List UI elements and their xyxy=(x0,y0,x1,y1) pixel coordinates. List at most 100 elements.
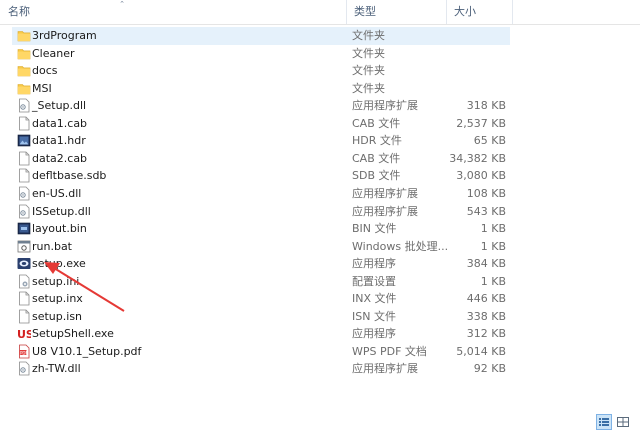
file-type: ISN 文件 xyxy=(352,309,396,323)
file-row[interactable]: layout.bin BIN 文件 1 KB xyxy=(12,220,510,238)
ini-file-icon xyxy=(17,274,31,289)
file-name: run.bat xyxy=(32,239,72,253)
file-type: Windows 批处理... xyxy=(352,239,449,253)
file-type: 应用程序 xyxy=(352,257,396,271)
column-header-size-label: 大小 xyxy=(454,5,476,18)
file-name: MSI xyxy=(32,81,52,95)
file-size: 3,080 KB xyxy=(456,169,506,183)
file-name: defltbase.sdb xyxy=(32,169,107,183)
column-divider[interactable] xyxy=(512,0,513,24)
file-icon xyxy=(17,309,31,324)
dll-icon xyxy=(17,186,31,201)
file-row[interactable]: run.bat Windows 批处理... 1 KB xyxy=(12,238,510,256)
file-type: 文件夹 xyxy=(352,29,385,42)
dll-icon xyxy=(17,98,31,113)
folder-row[interactable]: MSI 文件夹 xyxy=(12,80,510,98)
file-size: 92 KB xyxy=(473,362,506,376)
file-type: BIN 文件 xyxy=(352,222,397,236)
file-name: data2.cab xyxy=(32,151,88,165)
sort-ascending-icon: ⌃ xyxy=(119,0,125,8)
file-size: 446 KB xyxy=(466,292,506,306)
dll-icon xyxy=(17,204,31,219)
file-type: HDR 文件 xyxy=(352,134,402,148)
file-row[interactable]: _Setup.dll 应用程序扩展 318 KB xyxy=(12,97,510,115)
file-name: zh-TW.dll xyxy=(32,362,81,376)
file-name: data1.cab xyxy=(32,116,88,130)
folder-row[interactable]: docs 文件夹 xyxy=(12,62,510,80)
column-header-type[interactable]: 类型 xyxy=(346,0,446,24)
file-size: 1 KB xyxy=(480,274,506,288)
file-row[interactable]: defltbase.sdb SDB 文件 3,080 KB xyxy=(12,167,510,185)
view-switcher xyxy=(596,414,632,430)
file-row[interactable]: setup.inx INX 文件 446 KB xyxy=(12,290,510,308)
file-size xyxy=(442,62,506,80)
file-name: SetupShell.exe xyxy=(32,327,114,341)
file-row[interactable]: setup.exe 应用程序 384 KB xyxy=(12,255,510,273)
file-type: 应用程序 xyxy=(352,327,396,341)
file-type: 配置设置 xyxy=(352,274,396,288)
file-row[interactable]: setup.isn ISN 文件 338 KB xyxy=(12,308,510,326)
file-row[interactable]: zh-TW.dll 应用程序扩展 92 KB xyxy=(12,360,510,378)
column-header-name[interactable]: 名称 xyxy=(0,0,346,24)
file-name: setup.ini xyxy=(32,274,80,288)
file-type: 应用程序扩展 xyxy=(352,362,418,376)
file-type: INX 文件 xyxy=(352,292,397,306)
column-header-bar: 名称 ⌃ 类型 大小 xyxy=(0,0,640,25)
file-type: 应用程序扩展 xyxy=(352,99,418,113)
file-size: 318 KB xyxy=(466,99,506,113)
file-type: SDB 文件 xyxy=(352,169,401,183)
file-row[interactable]: en-US.dll 应用程序扩展 108 KB xyxy=(12,185,510,203)
file-type: 文件夹 xyxy=(352,46,385,60)
file-size: 1 KB xyxy=(480,239,506,253)
file-name: 3rdProgram xyxy=(32,29,97,42)
column-header-size[interactable]: 大小 xyxy=(446,0,512,24)
file-row[interactable]: data1.cab CAB 文件 2,537 KB xyxy=(12,115,510,133)
file-size: 384 KB xyxy=(466,257,506,271)
folder-icon xyxy=(17,81,31,96)
file-icon xyxy=(17,168,31,183)
file-size: 2,537 KB xyxy=(456,116,506,130)
file-size: 34,382 KB xyxy=(449,151,506,165)
file-icon xyxy=(17,291,31,306)
file-size xyxy=(442,45,506,63)
file-size: 543 KB xyxy=(466,204,506,218)
column-header-name-label: 名称 xyxy=(8,5,30,18)
file-name: U8 V10.1_Setup.pdf xyxy=(32,344,142,358)
folder-row[interactable]: 3rdProgram 文件夹 xyxy=(12,27,510,45)
svg-text:PDF: PDF xyxy=(20,350,28,355)
file-type: CAB 文件 xyxy=(352,116,401,130)
folder-row[interactable]: Cleaner 文件夹 xyxy=(12,45,510,63)
file-name: Cleaner xyxy=(32,46,75,60)
file-type: CAB 文件 xyxy=(352,151,401,165)
file-name: _Setup.dll xyxy=(32,99,87,113)
us-app-icon: US xyxy=(17,326,34,341)
file-size: 65 KB xyxy=(473,134,506,148)
batch-file-icon xyxy=(17,239,31,254)
file-row[interactable]: data1.hdr HDR 文件 65 KB xyxy=(12,132,510,150)
folder-icon xyxy=(17,46,31,61)
file-name: setup.isn xyxy=(32,309,83,323)
details-view-icon[interactable] xyxy=(596,414,612,430)
column-header-type-label: 类型 xyxy=(354,5,376,18)
file-row[interactable]: data2.cab CAB 文件 34,382 KB xyxy=(12,150,510,168)
file-row[interactable]: US SetupShell.exe 应用程序 312 KB xyxy=(12,325,510,343)
file-row[interactable]: setup.ini 配置设置 1 KB xyxy=(12,273,510,291)
file-size: 312 KB xyxy=(466,327,506,341)
file-size xyxy=(442,80,506,98)
file-size: 1 KB xyxy=(480,222,506,236)
pdf-icon: PDF xyxy=(17,344,31,359)
setup-exe-icon xyxy=(17,256,31,271)
large-icons-view-icon[interactable] xyxy=(615,414,631,430)
file-icon xyxy=(17,151,31,166)
file-size: 108 KB xyxy=(466,186,506,200)
file-row[interactable]: ISSetup.dll 应用程序扩展 543 KB xyxy=(12,203,510,221)
file-name: docs xyxy=(32,64,58,78)
file-size xyxy=(442,27,506,45)
dll-icon xyxy=(17,361,31,376)
image-file-icon xyxy=(17,133,31,148)
file-name: layout.bin xyxy=(32,222,87,236)
file-icon xyxy=(17,116,31,131)
file-name: ISSetup.dll xyxy=(32,204,91,218)
file-row[interactable]: PDF U8 V10.1_Setup.pdf WPS PDF 文档 5,014 KB xyxy=(12,343,510,361)
file-size: 338 KB xyxy=(466,309,506,323)
